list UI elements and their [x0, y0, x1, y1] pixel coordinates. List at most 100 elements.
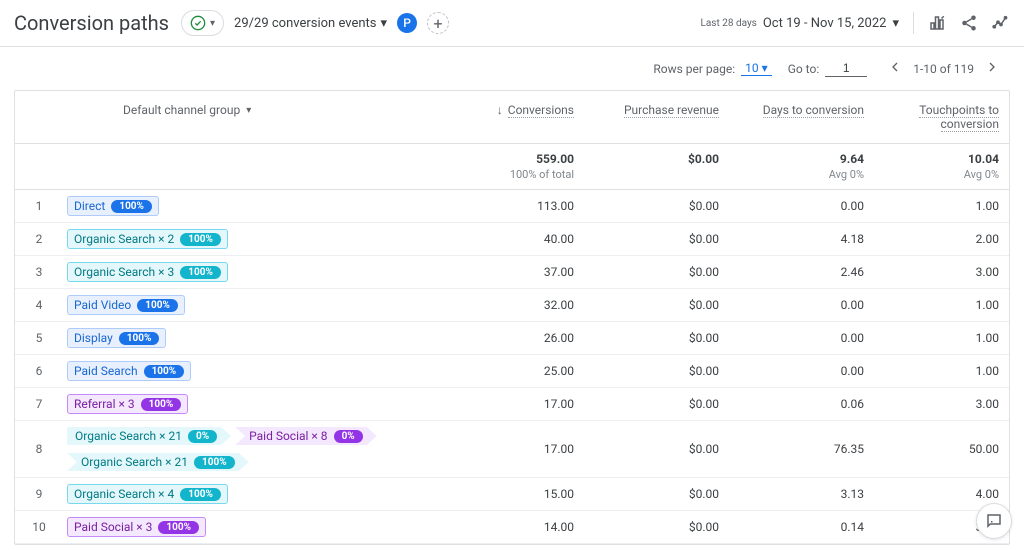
row-index: 4: [15, 292, 63, 318]
path-segment-pct: 100%: [158, 521, 199, 534]
chevron-left-icon: [887, 59, 903, 75]
path-segment-label: Paid Search: [74, 364, 138, 378]
path-cell: Display 100%: [63, 322, 439, 354]
sort-desc-icon: ↓: [497, 103, 503, 117]
add-segment-button[interactable]: +: [427, 12, 449, 34]
path-segment-label: Organic Search × 21: [75, 429, 182, 443]
path-segment-label: Paid Social × 8: [249, 429, 327, 443]
conversion-paths-table: Default channel group ▾ ↓ Conversions Pu…: [14, 90, 1010, 545]
path-segment: Organic Search × 2100%: [67, 229, 228, 249]
cell-conversions: 32.00: [439, 292, 584, 318]
cell-conversions: 25.00: [439, 358, 584, 384]
cell-touchpoints: 3.00: [874, 259, 1009, 285]
status-chip[interactable]: ▾: [181, 10, 224, 36]
table-row[interactable]: 2Organic Search × 2100%40.00$0.004.182.0…: [15, 223, 1009, 256]
total-touchpoints-sub: Avg 0%: [884, 168, 999, 181]
path-segment-label: Display: [74, 331, 113, 345]
path-segment: Paid Social × 3100%: [67, 517, 206, 537]
cell-days: 0.14: [729, 514, 874, 540]
cell-revenue: $0.00: [584, 514, 729, 540]
table-row[interactable]: 3Organic Search × 3100%37.00$0.002.463.0…: [15, 256, 1009, 289]
path-segment-pct: 100%: [180, 233, 221, 246]
conversion-events-label: 29/29 conversion events: [234, 16, 376, 31]
path-cell: Referral × 3100%: [63, 388, 439, 420]
dimension-label: Default channel group: [123, 103, 240, 117]
speech-bubble-icon: [985, 512, 1003, 530]
cell-conversions: 37.00: [439, 259, 584, 285]
feedback-button[interactable]: [976, 503, 1012, 539]
cell-revenue: $0.00: [584, 325, 729, 351]
table-row[interactable]: 4Paid Video100%32.00$0.000.001.00: [15, 289, 1009, 322]
cell-revenue: $0.00: [584, 358, 729, 384]
goto-input[interactable]: [825, 60, 867, 77]
cell-conversions: 40.00: [439, 226, 584, 252]
cell-conversions: 15.00: [439, 481, 584, 507]
divider: [913, 12, 914, 34]
col-days-to-conversion[interactable]: Days to conversion: [729, 91, 874, 129]
table-row[interactable]: 10Paid Social × 3100%14.00$0.000.143.00: [15, 511, 1009, 544]
row-index: 6: [15, 358, 63, 384]
path-cell: Organic Search × 2100%: [63, 223, 439, 255]
cell-revenue: $0.00: [584, 391, 729, 417]
edit-comparisons-icon[interactable]: [928, 14, 946, 32]
insights-icon[interactable]: [992, 14, 1010, 32]
cell-days: 0.00: [729, 325, 874, 351]
prev-page-button[interactable]: [883, 57, 907, 80]
table-row[interactable]: 8 Organic Search × 21 0%Paid Social × 8 0% O…: [15, 421, 1009, 478]
path-segment: Organic Search × 21100%: [67, 453, 249, 471]
date-range-picker[interactable]: Last 28 days Oct 19 - Nov 15, 2022 ▾: [700, 16, 899, 31]
row-index: 9: [15, 481, 63, 507]
chevron-down-icon: ▾: [381, 16, 388, 31]
rows-per-page-select[interactable]: 10 ▾: [741, 61, 772, 76]
total-revenue: $0.00: [594, 152, 719, 166]
table-row[interactable]: 1Direct100%113.00$0.000.001.00: [15, 190, 1009, 223]
path-segment: Paid Video100%: [67, 295, 185, 315]
path-segment-pct: 100%: [119, 332, 160, 345]
path-cell: Paid Video100%: [63, 289, 439, 321]
next-page-button[interactable]: [980, 57, 1004, 80]
row-index: 10: [15, 514, 63, 540]
dimension-picker[interactable]: Default channel group ▾: [63, 91, 439, 129]
path-segment-label: Organic Search × 3: [74, 265, 174, 279]
cell-touchpoints: 2.00: [874, 226, 1009, 252]
cell-days: 76.35: [729, 436, 874, 462]
path-segment: Referral × 3100%: [67, 394, 188, 414]
segment-badge[interactable]: P: [397, 13, 417, 33]
path-segment: Organic Search × 3 100%: [67, 262, 228, 282]
cell-touchpoints: 1.00: [874, 358, 1009, 384]
total-days-sub: Avg 0%: [739, 168, 864, 181]
path-segment-pct: 100%: [111, 200, 152, 213]
conversion-events-dropdown[interactable]: 29/29 conversion events ▾: [234, 16, 387, 31]
path-segment-pct: 100%: [180, 266, 221, 279]
col-purchase-revenue[interactable]: Purchase revenue: [584, 91, 729, 129]
date-prefix: Last 28 days: [700, 18, 756, 29]
path-segment: Paid Social × 8 0%: [235, 427, 377, 445]
cell-conversions: 14.00: [439, 514, 584, 540]
total-conversions: 559.00: [449, 152, 574, 166]
row-index: 2: [15, 226, 63, 252]
table-row[interactable]: 6Paid Search100%25.00$0.000.001.00: [15, 355, 1009, 388]
table-row[interactable]: 7Referral × 3100%17.00$0.000.063.00: [15, 388, 1009, 421]
total-touchpoints: 10.04: [884, 152, 999, 166]
table-row[interactable]: 9Organic Search × 4100%15.00$0.003.134.0…: [15, 478, 1009, 511]
cell-touchpoints: 50.00: [874, 436, 1009, 462]
cell-conversions: 26.00: [439, 325, 584, 351]
share-icon[interactable]: [960, 14, 978, 32]
cell-conversions: 113.00: [439, 193, 584, 219]
path-segment-pct: 0%: [334, 430, 363, 443]
rows-per-page-value: 10: [745, 61, 759, 75]
col-conversions[interactable]: ↓ Conversions: [439, 91, 584, 129]
cell-touchpoints: 3.00: [874, 391, 1009, 417]
rows-per-page-label: Rows per page:: [653, 62, 735, 76]
path-segment-label: Referral × 3: [74, 397, 135, 411]
table-row[interactable]: 5Display100%26.00$0.000.001.00: [15, 322, 1009, 355]
col-touchpoints-to-conversion[interactable]: Touchpoints to conversion: [874, 91, 1009, 143]
path-segment-pct: 100%: [194, 456, 235, 469]
cell-revenue: $0.00: [584, 193, 729, 219]
path-segment-label: Organic Search × 4: [74, 487, 174, 501]
row-index: 8: [15, 436, 63, 462]
path-segment-label: Direct: [74, 199, 105, 213]
chevron-down-icon: ▾: [892, 16, 899, 31]
path-segment: Paid Search100%: [67, 361, 191, 381]
path-segment: Direct 100%: [67, 196, 159, 216]
